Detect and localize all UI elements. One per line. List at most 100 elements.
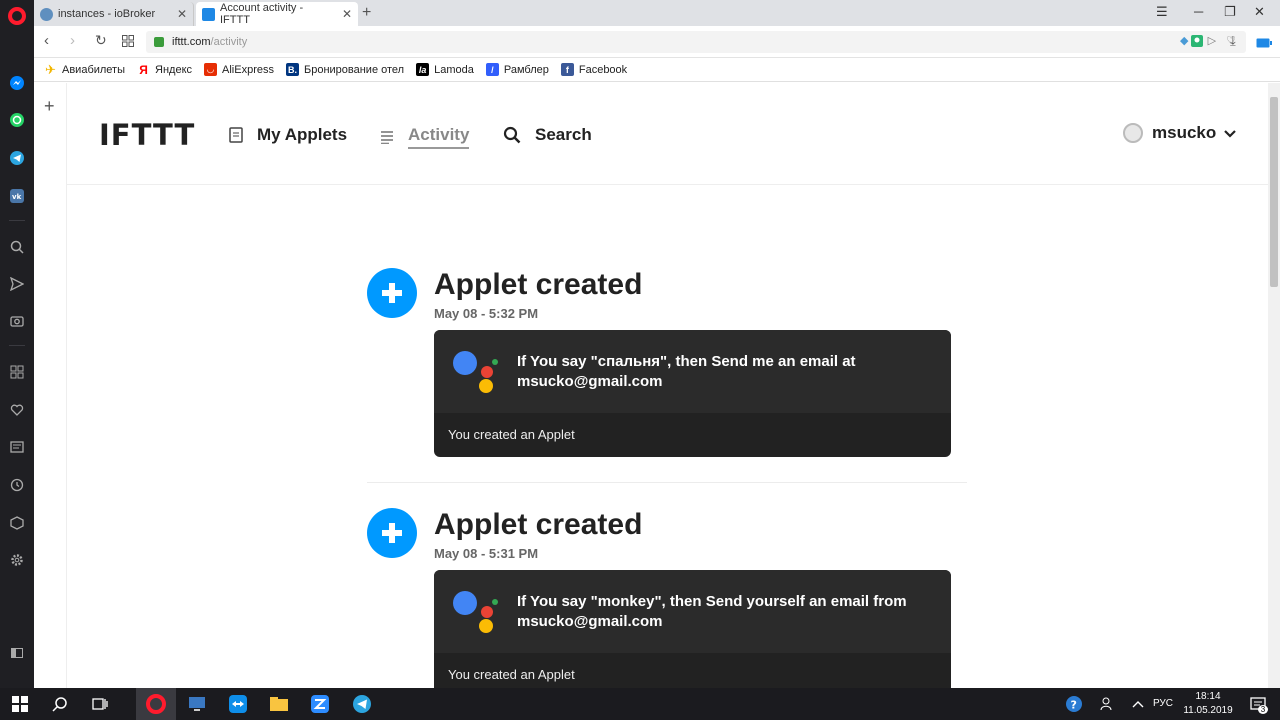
booking-icon: B. [285, 63, 299, 76]
minimize-icon[interactable]: ─ [1194, 4, 1203, 19]
bookmarks-bar: ✈ Авиабилеты Я Яндекс ◡ AliExpress B. Бронир… [34, 58, 1280, 82]
bookmark-label: Lamoda [434, 63, 474, 76]
task-view-icon[interactable] [88, 692, 112, 716]
new-tab-plus-icon[interactable]: + [362, 4, 371, 22]
bookmark-aliexpress[interactable]: ◡ AliExpress [204, 63, 274, 76]
tab-strip: instances - ioBroker ✕ Account activity … [34, 0, 1280, 26]
entry-date: May 08 - 5:32 PM [434, 306, 539, 321]
search-icon [503, 126, 521, 144]
list-lines-icon [380, 130, 394, 144]
username: msucko [1152, 123, 1217, 142]
bookmark-label: Авиабилеты [62, 63, 126, 76]
tab-title: Account activity - IFTTT [220, 2, 304, 26]
applet-card[interactable]: If You say "спальня", then Send me an em… [434, 330, 951, 457]
opera-sidebar: vk [0, 0, 34, 688]
telegram-taskbar-icon[interactable] [350, 692, 374, 716]
svg-text:?: ? [1071, 699, 1077, 712]
camera-icon[interactable] [8, 312, 26, 330]
windows-start-icon[interactable] [8, 692, 32, 716]
entry-title: Applet created [434, 268, 643, 301]
tab-title: instances - ioBroker [58, 8, 156, 20]
url-field[interactable]: ifttt.com/activity ◆ 4 ▷ ♡ [146, 31, 1246, 53]
tray-expand-icon[interactable] [1126, 692, 1150, 716]
clock-time[interactable]: 18:14 [1180, 691, 1236, 702]
bookmark-booking[interactable]: B. Бронирование отел [285, 63, 404, 76]
bookmark-facebook[interactable]: f Facebook [560, 63, 627, 76]
tabs-grid-icon[interactable] [122, 34, 134, 51]
nav-my-applets[interactable]: My Applets [229, 125, 347, 145]
tab-menu-icon[interactable]: ☰ [1156, 4, 1168, 20]
sidebar-toggle-icon[interactable] [8, 644, 26, 662]
nav-label: Search [535, 125, 592, 144]
telegram-icon[interactable] [8, 149, 26, 167]
speed-dial-icon[interactable] [8, 363, 26, 381]
heart-icon[interactable] [8, 401, 26, 419]
search-icon[interactable] [8, 238, 26, 256]
opera-taskbar-icon[interactable] [144, 692, 168, 716]
entry-divider [367, 482, 967, 483]
download-icon[interactable]: ⤓ [1230, 33, 1236, 49]
clock-date[interactable]: 11.05.2019 [1180, 705, 1236, 716]
yandex-icon: Я [139, 62, 148, 77]
address-toolbar: ‹ › ↻ ifttt.com/activity ◆ 4 ▷ ♡ ⤓ [34, 26, 1280, 58]
applet-footer: You created an Applet [448, 667, 575, 682]
teamviewer-icon[interactable] [226, 692, 250, 716]
applet-card[interactable]: If You say "monkey", then Send yourself … [434, 570, 951, 688]
opera-logo-icon[interactable] [8, 7, 26, 25]
nav-label: My Applets [257, 125, 348, 144]
plane-icon: ✈ [45, 61, 56, 77]
tab-iobroker[interactable]: instances - ioBroker ✕ [34, 2, 194, 26]
tab-ifttt[interactable]: Account activity - IFTTT ✕ [196, 2, 358, 26]
bookmark-aviabilety[interactable]: ✈ Авиабилеты [44, 61, 126, 77]
help-icon[interactable]: ? [1062, 692, 1086, 716]
bookmark-yandex[interactable]: Я Яндекс [137, 62, 192, 77]
add-panel-plus-icon[interactable]: + [44, 96, 55, 117]
history-icon[interactable] [8, 476, 26, 494]
ifttt-logo[interactable]: IFTTT [99, 118, 195, 152]
news-icon[interactable] [8, 438, 26, 456]
restore-icon[interactable]: ❐ [1224, 4, 1236, 20]
nav-search[interactable]: Search [503, 125, 592, 145]
bookmark-rambler[interactable]: / Рамблер [485, 63, 549, 76]
settings-gear-icon[interactable] [8, 551, 26, 569]
remote-desktop-icon[interactable] [185, 692, 209, 716]
svg-text:vk: vk [12, 193, 22, 201]
user-menu[interactable]: msucko [1123, 123, 1237, 143]
send-icon[interactable] [8, 275, 26, 293]
google-assistant-icon [453, 591, 498, 633]
zoom-icon[interactable] [308, 692, 332, 716]
file-explorer-icon[interactable] [267, 692, 291, 716]
people-icon[interactable] [1096, 692, 1120, 716]
search-icon[interactable] [48, 692, 72, 716]
language-indicator[interactable]: РУС [1148, 698, 1178, 709]
notifications-count: 3 [1258, 705, 1268, 714]
applet-description: If You say "спальня", then Send me an em… [517, 353, 856, 390]
snap-icon[interactable]: ▷ [1208, 34, 1216, 47]
scrollbar-thumb[interactable] [1270, 97, 1278, 287]
battery-icon[interactable] [1256, 35, 1272, 52]
close-icon[interactable]: ✕ [334, 7, 352, 21]
close-window-icon[interactable]: ✕ [1254, 4, 1265, 20]
vk-icon[interactable]: vk [8, 187, 26, 205]
close-icon[interactable]: ✕ [169, 7, 187, 21]
applet-description: If You say "monkey", then Send yourself … [517, 593, 907, 630]
back-icon[interactable]: ‹ [44, 32, 49, 49]
forward-icon[interactable]: › [70, 32, 75, 49]
vpn-icon[interactable] [1190, 34, 1204, 52]
extensions-icon[interactable] [8, 514, 26, 532]
url-path: /activity [210, 36, 248, 48]
ifttt-page: IFTTT My Applets Activity Search msucko [67, 83, 1268, 688]
lamoda-icon: la [416, 63, 430, 76]
bookmark-label: Рамблер [503, 63, 549, 76]
messenger-icon[interactable] [8, 74, 26, 92]
ifttt-favicon-icon [202, 7, 215, 21]
bookmark-lamoda[interactable]: la Lamoda [416, 63, 474, 76]
nav-activity[interactable]: Activity [380, 125, 470, 149]
reload-icon[interactable]: ↻ [95, 32, 107, 49]
page-scrollbar[interactable] [1268, 83, 1280, 688]
site-header: IFTTT My Applets Activity Search msucko [67, 83, 1268, 185]
secure-lock-icon [154, 37, 164, 47]
google-assistant-icon [453, 351, 498, 393]
whatsapp-icon[interactable] [8, 111, 26, 129]
activity-entry: Applet created May 08 - 5:31 PM If You s… [367, 508, 967, 688]
